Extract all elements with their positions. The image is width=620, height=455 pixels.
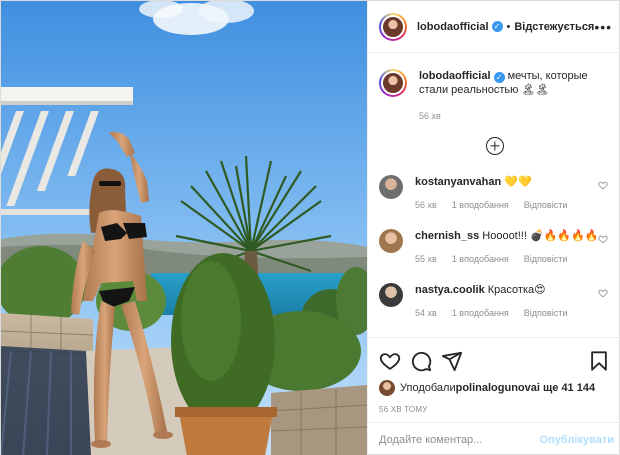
comment-time[interactable]: 55 хв (415, 252, 437, 266)
post-actions: Уподобали polinalogunova і ще 41 144 56 … (368, 337, 620, 414)
post-header: lobodaofficial ✓ • Відстежується ••• (368, 1, 620, 53)
comment-body: chernish_ss Hoooot!!! 💣🔥🔥🔥🔥 55 хв 1 впод… (415, 229, 598, 283)
post-caption: lobodaofficial ✓ мечты, которые стали реа… (379, 69, 610, 123)
comment-input[interactable] (379, 433, 540, 446)
load-more-comments (379, 137, 610, 155)
comment-item: kostanyanvahan 💛💛 56 хв 1 вподобання Від… (379, 175, 610, 229)
verified-badge-icon: ✓ (491, 21, 503, 32)
post-photo[interactable] (1, 1, 367, 455)
comment-item: nastya.coolik Красотка😍 54 хв 1 вподобан… (379, 283, 610, 337)
commenter-username[interactable]: kostanyanvahan (415, 176, 501, 188)
caption-time: 56 хв (419, 111, 441, 121)
author-info: lobodaofficial ✓ • Відстежується (417, 21, 594, 33)
caption-body: lobodaofficial ✓ мечты, которые стали реа… (419, 69, 589, 123)
comment-time[interactable]: 56 хв (415, 198, 437, 212)
comments-section: lobodaofficial ✓ мечты, которые стали реа… (368, 54, 620, 337)
separator-dot: • (506, 20, 511, 33)
action-icons-row (379, 350, 610, 372)
post-sidebar: lobodaofficial ✓ • Відстежується ••• lob… (367, 1, 620, 455)
commenter-avatar[interactable] (379, 175, 403, 199)
heart-icon[interactable] (379, 350, 401, 372)
comment-icon[interactable] (410, 350, 432, 372)
more-options-icon[interactable]: ••• (594, 20, 612, 34)
commenter-username[interactable]: chernish_ss (415, 230, 479, 242)
author-username[interactable]: lobodaofficial (417, 21, 489, 33)
author-avatar[interactable] (379, 12, 407, 41)
commenter-avatar[interactable] (379, 229, 403, 253)
comment-meta: 55 хв 1 вподобання Відповісти (415, 252, 598, 266)
caption-author-username[interactable]: lobodaofficial (419, 70, 491, 82)
liker-username[interactable]: polinalogunova (456, 382, 537, 394)
add-comment-bar: Опублікувати (368, 422, 620, 455)
bookmark-icon[interactable] (588, 350, 610, 372)
reply-button[interactable]: Відповісти (524, 252, 568, 266)
post-timestamp[interactable]: 56 ХВ ТОМУ (379, 405, 610, 414)
comment-likes[interactable]: 1 вподобання (452, 306, 509, 320)
comment-likes[interactable]: 1 вподобання (452, 198, 509, 212)
comment-time[interactable]: 54 хв (415, 306, 437, 320)
reply-button[interactable]: Відповісти (524, 306, 568, 320)
likes-summary: Уподобали polinalogunova і ще 41 144 (379, 380, 610, 396)
comment-body: kostanyanvahan 💛💛 56 хв 1 вподобання Від… (415, 175, 567, 229)
like-comment-heart-icon[interactable] (598, 288, 608, 298)
like-comment-heart-icon[interactable] (598, 234, 608, 244)
share-icon[interactable] (441, 350, 463, 372)
commenter-username[interactable]: nastya.coolik (415, 284, 485, 296)
comment-likes[interactable]: 1 вподобання (452, 252, 509, 266)
caption-author-avatar[interactable] (379, 69, 407, 97)
instagram-post-window: lobodaofficial ✓ • Відстежується ••• lob… (0, 0, 620, 455)
likes-prefix: Уподобали (400, 382, 456, 394)
comment-text: Красотка😍 (487, 284, 546, 296)
publish-button[interactable]: Опублікувати (540, 434, 614, 446)
beach-photo-image (1, 1, 367, 455)
load-more-plus-icon[interactable] (485, 137, 504, 155)
likes-count[interactable]: і ще 41 144 (537, 382, 595, 394)
comment-item: chernish_ss Hoooot!!! 💣🔥🔥🔥🔥 55 хв 1 впод… (379, 229, 610, 283)
comment-text: Hoooot!!! 💣🔥🔥🔥🔥 (482, 230, 599, 242)
comment-text: 💛💛 (504, 176, 532, 188)
like-comment-heart-icon[interactable] (598, 180, 608, 190)
reply-button[interactable]: Відповісти (524, 198, 568, 212)
verified-badge-icon: ✓ (493, 72, 505, 83)
comment-meta: 56 хв 1 вподобання Відповісти (415, 198, 567, 212)
commenter-avatar[interactable] (379, 283, 403, 307)
comment-meta: 54 хв 1 вподобання Відповісти (415, 306, 567, 320)
liker-avatar[interactable] (379, 380, 395, 396)
follow-status-button[interactable]: Відстежується (514, 21, 594, 33)
comment-body: nastya.coolik Красотка😍 54 хв 1 вподобан… (415, 283, 567, 337)
